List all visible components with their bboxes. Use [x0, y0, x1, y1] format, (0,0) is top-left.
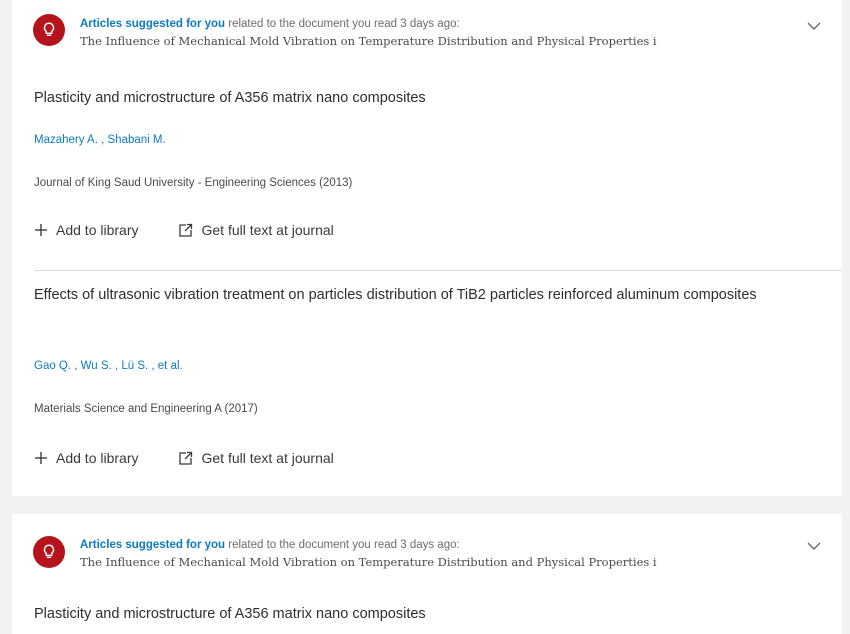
recommendation-label-rest: related to the document you read 3 days …	[225, 18, 460, 30]
add-to-library-label: Add to library	[56, 450, 139, 466]
recommendation-card: Articles suggested for you related to th…	[12, 0, 842, 496]
recommendation-label: Articles suggested for you related to th…	[80, 17, 794, 32]
article-authors[interactable]: Mazahery A. , Shabani M.	[34, 134, 166, 146]
recommendation-card: Articles suggested for you related to th…	[12, 514, 842, 634]
article-authors[interactable]: Gao Q. , Wu S. , Lü S. , et al.	[34, 360, 183, 372]
article-title[interactable]: Effects of ultrasonic vibration treatmen…	[34, 281, 824, 309]
chevron-down-icon[interactable]	[806, 540, 822, 552]
get-full-text-label: Get full text at journal	[201, 222, 334, 238]
article-source: Journal of King Saud University - Engine…	[34, 177, 353, 189]
get-full-text-label: Get full text at journal	[201, 450, 334, 466]
article-actions: Add to library Get full text at journal	[34, 450, 334, 466]
external-link-icon	[179, 451, 193, 465]
article-actions: Add to library Get full text at journal	[34, 222, 334, 238]
external-link-icon	[179, 223, 193, 237]
article-divider	[34, 270, 842, 271]
plus-icon	[35, 452, 47, 464]
recommendation-label: Articles suggested for you related to th…	[80, 538, 794, 553]
add-to-library-label: Add to library	[56, 222, 139, 238]
get-full-text-button[interactable]: Get full text at journal	[178, 450, 334, 466]
recommendation-header: Articles suggested for you related to th…	[80, 17, 794, 49]
article-title[interactable]: Plasticity and microstructure of A356 ma…	[34, 600, 824, 628]
recommendation-label-strong: Articles suggested for you	[80, 539, 226, 551]
chevron-down-icon[interactable]	[806, 20, 822, 32]
source-document-title[interactable]: The Influence of Mechanical Mold Vibrati…	[80, 554, 794, 570]
article-source: Materials Science and Engineering A (201…	[34, 403, 258, 415]
lightbulb-icon	[33, 536, 65, 568]
recommendation-header: Articles suggested for you related to th…	[80, 538, 794, 570]
article-title[interactable]: Plasticity and microstructure of A356 ma…	[34, 84, 824, 112]
add-to-library-button[interactable]: Add to library	[34, 222, 138, 238]
recommendation-label-strong: Articles suggested for you	[80, 18, 226, 30]
get-full-text-button[interactable]: Get full text at journal	[178, 222, 334, 238]
source-document-title[interactable]: The Influence of Mechanical Mold Vibrati…	[80, 33, 794, 49]
add-to-library-button[interactable]: Add to library	[34, 450, 138, 466]
recommendation-label-rest: related to the document you read 3 days …	[225, 539, 460, 551]
plus-icon	[35, 224, 47, 236]
lightbulb-icon	[33, 14, 65, 46]
